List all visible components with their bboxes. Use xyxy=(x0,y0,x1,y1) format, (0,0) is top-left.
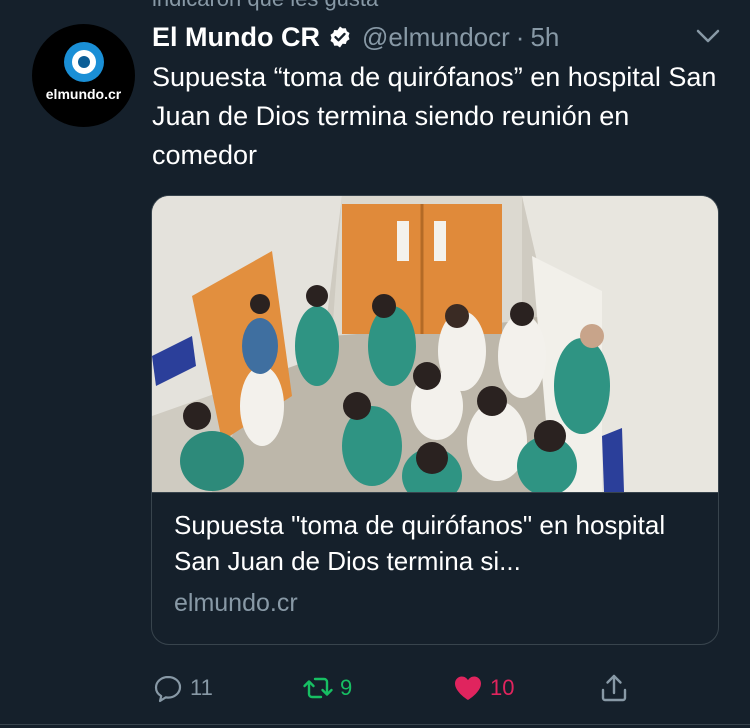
link-card[interactable]: Supuesta "toma de quirófanos" en hospita… xyxy=(151,195,719,645)
reply-button[interactable]: 11 xyxy=(152,668,213,708)
like-count: 10 xyxy=(490,675,515,700)
card-domain: elmundo.cr xyxy=(174,589,298,617)
separator-dot: · xyxy=(515,21,525,52)
retweet-button[interactable]: 9 xyxy=(302,668,352,708)
tweet-text: Supuesta “toma de quirófanos” en hospita… xyxy=(152,62,717,170)
avatar-text: elmundo.cr xyxy=(45,86,122,102)
share-icon xyxy=(601,674,627,702)
retweet-icon xyxy=(303,677,333,699)
verified-badge-icon xyxy=(330,26,350,48)
timestamp[interactable]: 5h xyxy=(530,22,559,53)
chevron-down-icon[interactable] xyxy=(694,26,722,46)
reply-icon xyxy=(154,675,182,703)
display-name[interactable]: El Mundo CR xyxy=(152,22,320,53)
tweet-header: El Mundo CR @elmundocr · 5h xyxy=(152,20,559,54)
hospital-hallway-photo xyxy=(152,196,718,492)
action-bar: 11 9 10 xyxy=(0,668,750,708)
heart-icon xyxy=(455,676,481,700)
card-body[interactable]: Supuesta "toma de quirófanos" en hospita… xyxy=(152,492,718,644)
card-title[interactable]: Supuesta "toma de quirófanos" en hospita… xyxy=(174,507,704,579)
social-context: indicaron que les gusta xyxy=(152,0,378,12)
reply-count: 11 xyxy=(190,675,213,700)
like-button[interactable]: 10 xyxy=(452,668,514,708)
retweet-count: 9 xyxy=(340,675,353,700)
handle[interactable]: @elmundocr xyxy=(362,22,510,53)
camera-icon xyxy=(64,42,104,82)
card-image[interactable] xyxy=(152,196,718,492)
share-button[interactable] xyxy=(598,668,630,708)
avatar[interactable]: elmundo.cr xyxy=(32,24,135,127)
divider xyxy=(0,724,750,725)
